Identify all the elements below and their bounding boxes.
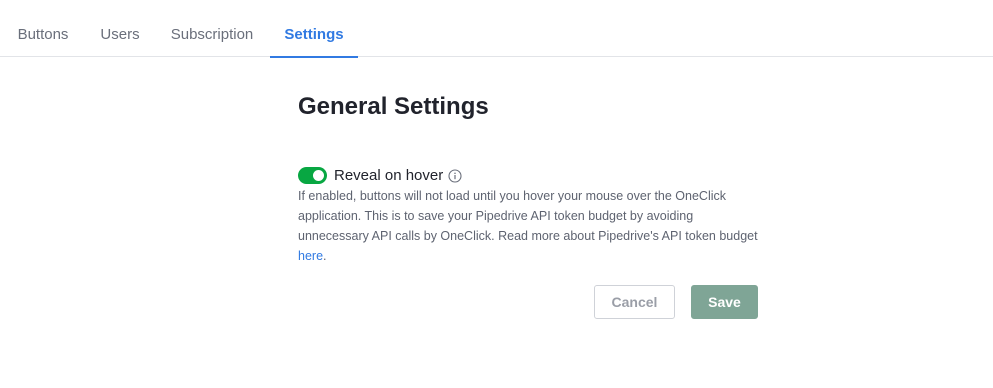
reveal-on-hover-label: Reveal on hover — [334, 167, 444, 184]
tab-settings[interactable]: Settings — [270, 0, 358, 58]
reveal-on-hover-setting: Reveal on hover — [298, 166, 498, 186]
tab-buttons[interactable]: Buttons — [0, 0, 86, 57]
description-text: If enabled, buttons will not load until … — [298, 189, 758, 243]
tab-subscription[interactable]: Subscription — [154, 0, 270, 57]
page-title: General Settings — [298, 93, 489, 120]
read-more-link[interactable]: here — [298, 249, 323, 263]
cancel-button[interactable]: Cancel — [594, 285, 675, 319]
setting-description: If enabled, buttons will not load until … — [298, 186, 758, 266]
toggle-knob — [313, 170, 324, 181]
reveal-on-hover-toggle[interactable] — [298, 167, 327, 184]
description-end: . — [323, 249, 327, 263]
tab-bar: Buttons Users Subscription Settings — [0, 0, 993, 58]
tab-users[interactable]: Users — [86, 0, 154, 57]
info-circle-icon[interactable] — [448, 169, 462, 183]
save-button[interactable]: Save — [691, 285, 758, 319]
